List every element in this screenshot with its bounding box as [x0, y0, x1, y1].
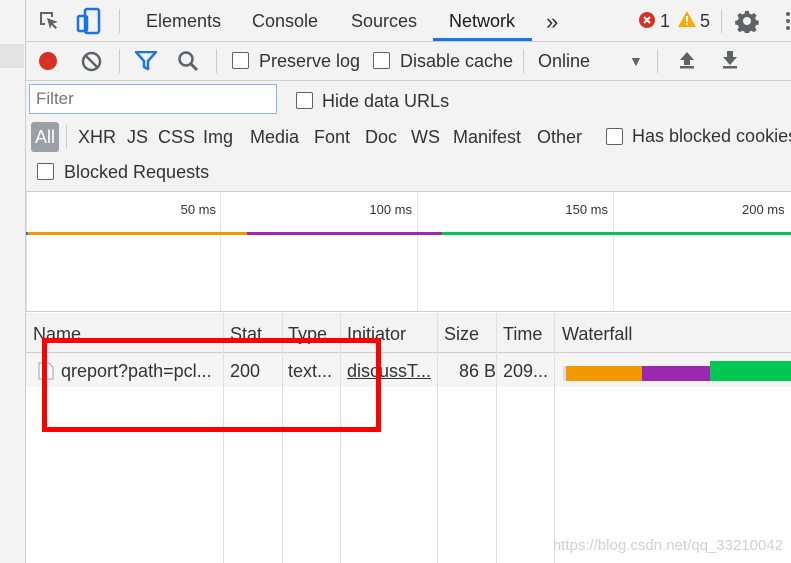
toolbar-separator [119, 49, 120, 73]
blocked-requests-checkbox[interactable] [37, 163, 54, 180]
import-har-icon[interactable] [678, 50, 696, 70]
export-har-icon[interactable] [721, 50, 739, 70]
kebab-menu-icon[interactable] [784, 9, 791, 33]
search-icon[interactable] [177, 50, 199, 72]
tab-separator [119, 9, 120, 33]
devtools-tab-bar: Elements Console Sources Network » 1 5 [26, 0, 791, 42]
type-filter-other[interactable]: Other [537, 127, 582, 148]
error-count[interactable]: 1 [660, 11, 670, 32]
type-filter-xhr[interactable]: XHR [78, 127, 116, 148]
toolbar-separator [216, 49, 217, 73]
overview-bar-waiting [28, 232, 247, 235]
column-divider[interactable] [496, 313, 497, 563]
waterfall-bar-queue [642, 366, 710, 381]
network-toolbar: Preserve log Disable cache Online ▼ [26, 42, 791, 81]
column-header-time[interactable]: Time [503, 324, 542, 345]
cell-size: 86 B [458, 361, 496, 381]
tab-elements[interactable]: Elements [146, 11, 221, 32]
chevron-down-icon[interactable]: ▼ [629, 53, 643, 69]
tab-separator [721, 9, 722, 33]
toolbar-separator [523, 49, 524, 73]
disable-cache-checkbox[interactable] [373, 52, 390, 69]
record-icon[interactable] [38, 51, 58, 71]
waterfall-bar-download [710, 361, 791, 381]
column-header-size[interactable]: Size [444, 324, 479, 345]
overview-gridline [26, 192, 27, 311]
type-filter-all[interactable]: All [31, 122, 59, 152]
type-filter-ws[interactable]: WS [411, 127, 440, 148]
has-blocked-cookies-checkbox[interactable] [606, 128, 623, 145]
type-filter-img[interactable]: Img [203, 127, 233, 148]
error-icon[interactable] [639, 12, 655, 28]
type-filter-doc[interactable]: Doc [365, 127, 397, 148]
left-panel-selected-row [0, 44, 24, 68]
timeline-overview[interactable]: 50 ms 100 ms 150 ms 200 ms [26, 192, 791, 312]
tab-sources[interactable]: Sources [351, 11, 417, 32]
overview-gridline [417, 192, 418, 311]
settings-gear-icon[interactable] [735, 9, 759, 35]
disable-cache-label[interactable]: Disable cache [400, 51, 513, 72]
tab-network[interactable]: Network [449, 11, 515, 32]
warning-icon[interactable] [678, 11, 696, 27]
waterfall-bar-waiting [566, 366, 642, 381]
type-separator [66, 125, 67, 149]
blocked-requests-label[interactable]: Blocked Requests [64, 162, 209, 183]
type-filter-media[interactable]: Media [250, 127, 299, 148]
watermark: https://blog.csdn.net/qq_33210042 [552, 537, 783, 554]
overview-bar-download [442, 232, 791, 235]
tab-console[interactable]: Console [252, 11, 318, 32]
type-filter-js[interactable]: JS [127, 127, 148, 148]
more-tabs-icon[interactable]: » [546, 9, 558, 35]
cell-time: 209... [503, 361, 549, 381]
overview-tick-label: 50 ms [180, 202, 216, 217]
overview-tick-label: 200 ms [742, 202, 785, 217]
device-toolbar-icon[interactable] [76, 7, 102, 35]
overview-gridline [613, 192, 614, 311]
preserve-log-checkbox[interactable] [232, 52, 249, 69]
type-filter-css[interactable]: CSS [158, 127, 195, 148]
red-highlight-box [42, 338, 381, 432]
filter-bar: Hide data URLs All XHR JS CSS Img Media … [26, 81, 791, 192]
preserve-log-label[interactable]: Preserve log [259, 51, 360, 72]
toolbar-separator [657, 49, 658, 73]
inspect-element-icon[interactable] [37, 9, 61, 33]
column-header-waterfall[interactable]: Waterfall [562, 324, 632, 345]
type-filter-manifest[interactable]: Manifest [453, 127, 521, 148]
column-divider[interactable] [437, 313, 438, 563]
overview-tick-label: 100 ms [369, 202, 412, 217]
overview-bar-queue [247, 232, 442, 235]
has-blocked-cookies-label[interactable]: Has blocked cookies [632, 126, 791, 147]
hide-data-urls-checkbox[interactable] [296, 92, 313, 109]
warning-count[interactable]: 5 [700, 11, 710, 32]
hide-data-urls-label[interactable]: Hide data URLs [322, 91, 449, 112]
type-filter-font[interactable]: Font [314, 127, 350, 148]
clear-icon[interactable] [81, 51, 102, 72]
column-divider[interactable] [554, 313, 555, 563]
left-panel-strip [0, 0, 26, 563]
filter-input[interactable] [29, 84, 277, 114]
throttling-select[interactable]: Online [538, 51, 590, 72]
overview-gridline [220, 192, 221, 311]
overview-tick-label: 150 ms [565, 202, 608, 217]
filter-funnel-icon[interactable] [134, 50, 158, 71]
active-tab-indicator [433, 38, 532, 41]
